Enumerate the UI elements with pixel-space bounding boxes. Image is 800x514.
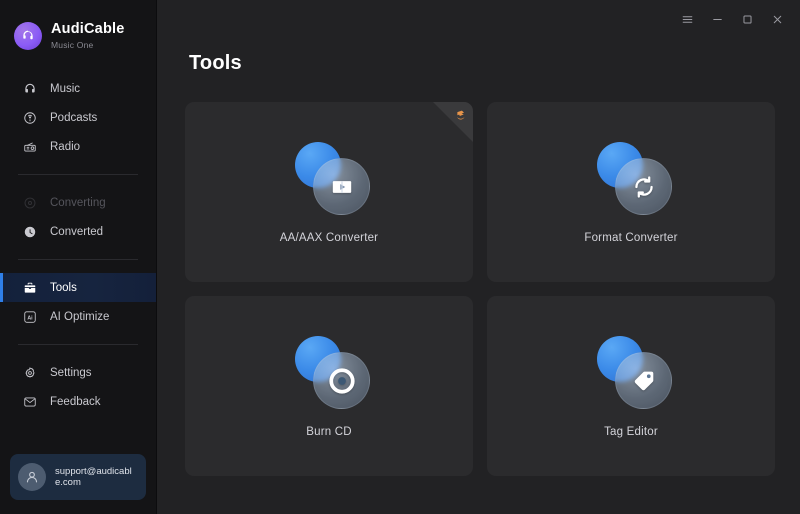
maximize-icon[interactable] (732, 5, 762, 33)
brand-subtitle: Music One (51, 39, 94, 50)
page-title: Tools (189, 52, 242, 74)
sidebar-item-converted[interactable]: Converted (0, 217, 156, 246)
sidebar-item-label: Feedback (50, 395, 101, 408)
sidebar-item-label: Converted (50, 225, 104, 238)
sidebar-item-radio[interactable]: Radio (0, 132, 156, 161)
ai-icon: Ai (22, 309, 37, 324)
headphones-icon (22, 81, 37, 96)
refresh-icon (589, 140, 673, 218)
converting-icon (22, 195, 37, 210)
sidebar-item-label: Music (50, 82, 81, 95)
brand-name: AudiCable (51, 21, 125, 38)
sidebar-item-label: Settings (50, 366, 92, 379)
account-email: support@audicable.com (55, 465, 132, 489)
tool-card-label: Tag Editor (604, 426, 658, 438)
icon-bubble-front (615, 352, 672, 409)
tool-card-tag-editor[interactable]: Tag Editor (487, 296, 775, 476)
sidebar: AudiCable Music One Music Podcasts Radio… (0, 0, 157, 514)
sidebar-divider-3 (18, 344, 138, 345)
tool-card-aa-aax-converter[interactable]: AA/AAX Converter (185, 102, 473, 282)
tool-card-label: Format Converter (584, 232, 678, 244)
sidebar-item-feedback[interactable]: Feedback (0, 387, 156, 416)
sidebar-item-label: AI Optimize (50, 310, 110, 323)
brand: AudiCable Music One (0, 0, 156, 56)
minimize-icon[interactable] (702, 5, 732, 33)
close-icon[interactable] (762, 5, 792, 33)
sidebar-item-label: Converting (50, 196, 106, 209)
sidebar-item-podcasts[interactable]: Podcasts (0, 103, 156, 132)
sidebar-item-label: Tools (50, 281, 77, 294)
message-icon (22, 394, 37, 409)
menu-icon[interactable] (672, 5, 702, 33)
sidebar-item-label: Podcasts (50, 111, 98, 124)
main-content: Tools AA/AAX Converter Format Converter … (157, 0, 800, 514)
tool-card-burn-cd[interactable]: Burn CD (185, 296, 473, 476)
sidebar-nav: Music Podcasts Radio Converting Converte… (0, 74, 156, 416)
podcast-icon (22, 110, 37, 125)
icon-bubble-front (615, 158, 672, 215)
tool-card-format-converter[interactable]: Format Converter (487, 102, 775, 282)
tool-card-label: Burn CD (306, 426, 352, 438)
sidebar-divider-2 (18, 259, 138, 260)
radio-icon (22, 139, 37, 154)
audible-badge-icon (452, 107, 469, 124)
sidebar-item-label: Radio (50, 140, 81, 153)
app-logo-icon (14, 22, 42, 50)
icon-bubble-front (313, 158, 370, 215)
clock-icon (22, 224, 37, 239)
user-avatar-icon (18, 463, 46, 491)
window-titlebar (672, 0, 800, 38)
toolbox-icon (22, 280, 37, 295)
svg-text:Ai: Ai (27, 315, 33, 321)
tag-icon (589, 334, 673, 412)
sidebar-item-music[interactable]: Music (0, 74, 156, 103)
play-book-icon (287, 140, 371, 218)
sidebar-divider-1 (18, 174, 138, 175)
tools-grid: AA/AAX Converter Format Converter Burn C… (185, 102, 775, 476)
disc-icon (287, 334, 371, 412)
gear-icon (22, 365, 37, 380)
tool-card-label: AA/AAX Converter (279, 232, 379, 244)
sidebar-item-tools[interactable]: Tools (0, 273, 156, 302)
account-button[interactable]: support@audicable.com (10, 454, 146, 500)
app-window: AudiCable Music One Music Podcasts Radio… (0, 0, 800, 514)
icon-bubble-front (313, 352, 370, 409)
sidebar-item-converting[interactable]: Converting (0, 188, 156, 217)
sidebar-item-settings[interactable]: Settings (0, 358, 156, 387)
sidebar-item-ai-optimize[interactable]: Ai AI Optimize (0, 302, 156, 331)
